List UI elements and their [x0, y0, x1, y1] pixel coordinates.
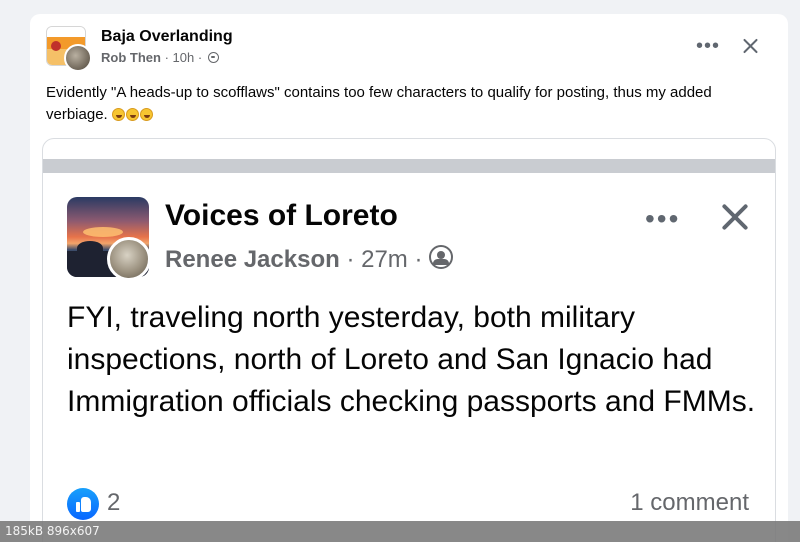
post-card: Baja Overlanding Rob Then · 10h · ••• Ev…	[30, 14, 788, 542]
shared-post[interactable]: Voices of Loreto Renee Jackson · 27m · •…	[42, 138, 776, 542]
globe-icon	[207, 52, 219, 63]
shared-author-avatar[interactable]	[107, 237, 151, 281]
rolling-laughing-emoji-icon	[139, 108, 153, 121]
shared-author-name[interactable]: Renee Jackson	[165, 246, 340, 273]
shared-post-header: Voices of Loreto Renee Jackson · 27m · •…	[67, 197, 757, 281]
like-count[interactable]: 2	[107, 489, 120, 517]
author-avatar[interactable]	[64, 44, 92, 72]
shared-post-meta: Renee Jackson · 27m ·	[165, 245, 454, 274]
post-time[interactable]: 10h	[173, 50, 195, 65]
close-button[interactable]	[734, 30, 766, 62]
post-meta: Rob Then · 10h ·	[101, 50, 219, 65]
avatar-group[interactable]	[46, 26, 92, 72]
group-name[interactable]: Baja Overlanding	[101, 28, 233, 46]
post-header: Baja Overlanding Rob Then · 10h · •••	[46, 26, 772, 72]
reactions-bar: 2 1 comment	[67, 487, 757, 521]
shared-post-text: FYI, traveling north yesterday, both mil…	[67, 301, 756, 418]
rolling-laughing-emoji-icon	[111, 108, 125, 121]
shared-more-options-button[interactable]: •••	[645, 205, 680, 233]
like-icon[interactable]	[67, 488, 99, 520]
more-options-button[interactable]: •••	[696, 36, 720, 56]
image-info-bar: 185kB 896x607	[0, 521, 800, 542]
shared-close-button[interactable]	[715, 197, 755, 237]
post-body: Evidently "A heads-up to scofflaws" cont…	[46, 82, 776, 126]
comment-count-link[interactable]: 1 comment	[630, 489, 749, 517]
shared-group-name[interactable]: Voices of Loreto	[165, 199, 398, 233]
shared-post-top-bar	[43, 159, 775, 173]
shared-post-time[interactable]: 27m	[361, 246, 408, 273]
group-members-icon	[429, 245, 454, 269]
author-name[interactable]: Rob Then	[101, 50, 161, 65]
rolling-laughing-emoji-icon	[125, 108, 139, 121]
